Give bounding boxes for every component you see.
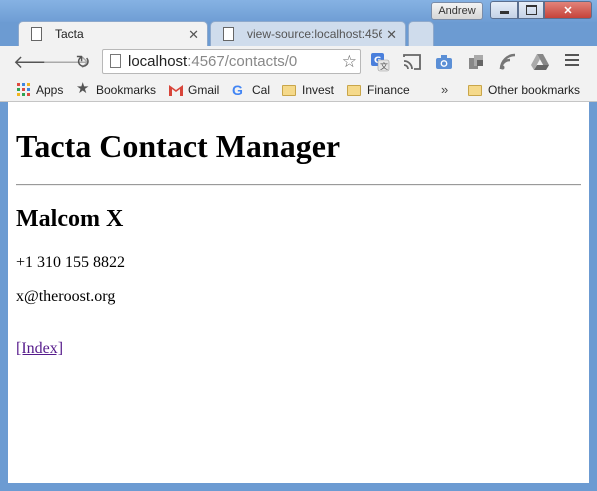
bookmark-apps[interactable]: Apps [16, 81, 63, 99]
apps-grid-icon [17, 83, 30, 96]
url-text[interactable]: localhost:4567/contacts/0 [128, 51, 297, 72]
bookmarks-bar: Apps ★ Bookmarks Gmail G Cal Invest Fina… [0, 78, 597, 102]
page-viewport: Tacta Contact Manager Malcom X +1 310 15… [8, 102, 589, 483]
tab-close-icon[interactable]: ✕ [386, 22, 397, 47]
cast-icon[interactable] [402, 52, 422, 72]
index-link[interactable]: [Index] [16, 340, 63, 358]
bookmark-star-icon[interactable]: ☆ [342, 51, 357, 72]
minimize-button[interactable] [490, 1, 518, 19]
more-bookmarks-chevron-icon[interactable]: » [441, 81, 448, 99]
forward-button[interactable]: 🡒 [42, 51, 90, 73]
bookmark-label: Finance [367, 83, 410, 97]
reload-icon: ↻ [75, 52, 91, 72]
feed-icon[interactable] [498, 52, 518, 72]
gmail-icon [169, 85, 183, 96]
tab-tacta[interactable]: Tacta ✕ [18, 21, 208, 46]
reload-button[interactable]: ↻ [72, 51, 94, 73]
star-icon: ★ [76, 80, 90, 97]
bookmark-folder-finance[interactable]: Finance [347, 81, 410, 99]
folder-icon [347, 83, 363, 97]
minimize-icon [499, 11, 509, 14]
bookmark-bookmarks[interactable]: ★ Bookmarks [76, 80, 157, 99]
bookmark-cal[interactable]: G Cal [232, 81, 270, 99]
contact-email: x@theroost.org [16, 288, 116, 305]
google-icon: G [232, 82, 243, 98]
page-title: Tacta Contact Manager [16, 128, 341, 164]
camera-icon[interactable] [434, 52, 454, 72]
divider [16, 184, 581, 186]
svg-text:文: 文 [380, 61, 388, 71]
bookmark-gmail[interactable]: Gmail [168, 81, 219, 99]
bookmark-label: Other bookmarks [488, 83, 581, 97]
page-info-icon[interactable] [110, 54, 121, 68]
new-tab-button[interactable] [408, 21, 434, 46]
bookmark-label: Invest [302, 83, 335, 97]
chrome-menu-icon[interactable] [565, 54, 579, 70]
folder-icon [282, 83, 298, 97]
close-window-button[interactable]: ✕ [544, 1, 592, 19]
other-bookmarks-folder[interactable]: Other bookmarks [468, 81, 580, 99]
browser-window: Andrew ✕ Tacta ✕ view-source:localhost:4… [0, 0, 597, 491]
bookmark-folder-invest[interactable]: Invest [282, 81, 334, 99]
tab-label: Tacta [55, 27, 84, 41]
url-host: localhost [128, 53, 188, 70]
address-bar[interactable]: localhost:4567/contacts/0 ☆ [102, 49, 361, 74]
tab-label: view-source:localhost:4567 [247, 27, 382, 41]
contact-name: Malcom X [16, 206, 124, 232]
bookmark-label: Apps [36, 83, 64, 97]
bookmark-label: Gmail [188, 83, 220, 97]
contact-phone: +1 310 155 8822 [16, 254, 126, 271]
tab-close-icon[interactable]: ✕ [188, 22, 199, 47]
tab-view-source[interactable]: view-source:localhost:4567 ✕ [210, 21, 406, 46]
back-button[interactable]: 🡐 [13, 51, 61, 73]
maximize-button[interactable] [518, 1, 544, 19]
page-icon [31, 27, 42, 41]
page-icon [223, 27, 234, 41]
maximize-icon [525, 5, 537, 15]
folder-icon [468, 83, 484, 97]
browser-toolbar: 🡐 🡒 ↻ localhost:4567/contacts/0 ☆ G 文 [0, 46, 597, 78]
extension-puzzle-icon[interactable] [466, 52, 486, 72]
bookmark-label: Bookmarks [96, 83, 157, 97]
tab-strip: Tacta ✕ view-source:localhost:4567 ✕ [0, 18, 597, 46]
google-translate-icon[interactable]: G 文 [370, 52, 390, 72]
google-drive-icon[interactable] [530, 52, 550, 72]
close-icon: ✕ [563, 4, 573, 17]
url-path: :4567/contacts/0 [187, 53, 298, 70]
bookmark-label: Cal [252, 83, 271, 97]
